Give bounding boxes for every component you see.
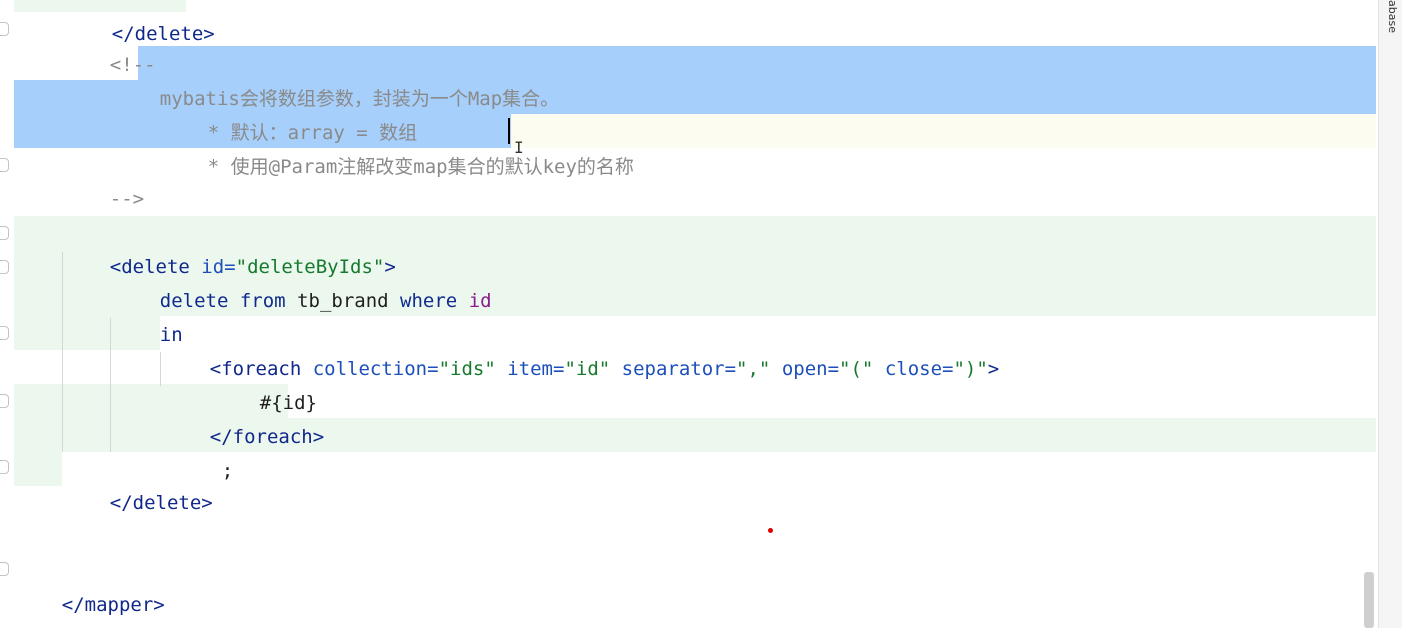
text-caret — [508, 118, 510, 144]
xml-tag: </mapper> — [61, 594, 165, 616]
editor-gutter — [0, 0, 12, 628]
fold-marker-icon[interactable] — [0, 226, 9, 240]
indent-guide — [110, 318, 111, 452]
xml-tag: </delete> — [109, 492, 213, 514]
sql-keyword: from — [239, 290, 286, 312]
side-tool-strip[interactable] — [1378, 0, 1402, 628]
code-line: <delete id="deleteByIds"> — [64, 216, 396, 278]
code-line: <foreach collection="ids" item="id" sepa… — [164, 318, 999, 380]
xml-attribute-value: ")" — [953, 358, 988, 380]
code-line: * 使用@Param注解改变map集合的默认key的名称 — [162, 116, 634, 178]
code-line: ; — [176, 420, 233, 482]
comment-text: --> — [109, 188, 145, 210]
sql-column: id — [468, 290, 492, 312]
sql-semicolon: ; — [221, 460, 234, 482]
code-line: </foreach> — [164, 386, 324, 448]
code-editor[interactable]: </delete> <!-- mybatis会将数组参数，封装为一个Map集合。… — [0, 0, 1378, 628]
sql-table: tb_brand — [297, 290, 389, 312]
xml-attribute: open= — [781, 358, 840, 380]
code-line: mybatis会将数组参数，封装为一个Map集合。 — [114, 48, 559, 110]
code-line: </mapper> — [16, 554, 165, 616]
xml-attribute-value: "," — [736, 358, 771, 380]
code-line: in — [114, 284, 183, 346]
indent-guide — [62, 252, 63, 452]
indent-guide — [160, 352, 161, 386]
comment-text: 认key的名称 — [523, 156, 634, 178]
xml-attribute: separator= — [621, 358, 737, 380]
xml-attribute-value: "(" — [839, 358, 874, 380]
fold-marker-icon[interactable] — [0, 22, 9, 36]
comment-text-selected: * 使用@Param注解改变map集合的默 — [207, 156, 524, 178]
fold-marker-icon[interactable] — [0, 460, 9, 474]
changed-line-highlight — [14, 452, 62, 486]
xml-attribute: collection= — [312, 358, 439, 380]
code-line: * 默认：array = 数组 — [162, 82, 417, 144]
xml-tag: > — [987, 358, 1000, 380]
fold-marker-icon[interactable] — [0, 326, 9, 340]
fold-marker-icon[interactable] — [0, 562, 9, 576]
code-line: #{id} — [214, 352, 317, 414]
xml-attribute: item= — [507, 358, 565, 380]
mouse-ibeam-icon: I — [514, 138, 524, 157]
code-line: --> — [64, 148, 144, 210]
fold-marker-icon[interactable] — [0, 158, 9, 172]
fold-marker-icon[interactable] — [0, 394, 9, 408]
xml-attribute-value: "id" — [564, 358, 611, 380]
xml-attribute-value: "ids" — [438, 358, 496, 380]
code-line: </delete> — [64, 452, 213, 514]
xml-attribute: close= — [884, 358, 954, 380]
fold-marker-icon[interactable] — [0, 260, 9, 274]
code-line: delete from tb_brand where id — [114, 250, 492, 312]
sql-keyword: where — [400, 290, 458, 312]
code-line: <!-- — [64, 14, 156, 76]
scrollbar-thumb[interactable] — [1364, 572, 1374, 628]
pointer-dot-icon — [768, 528, 773, 533]
database-tool-tab[interactable]: abase — [1383, 0, 1399, 40]
